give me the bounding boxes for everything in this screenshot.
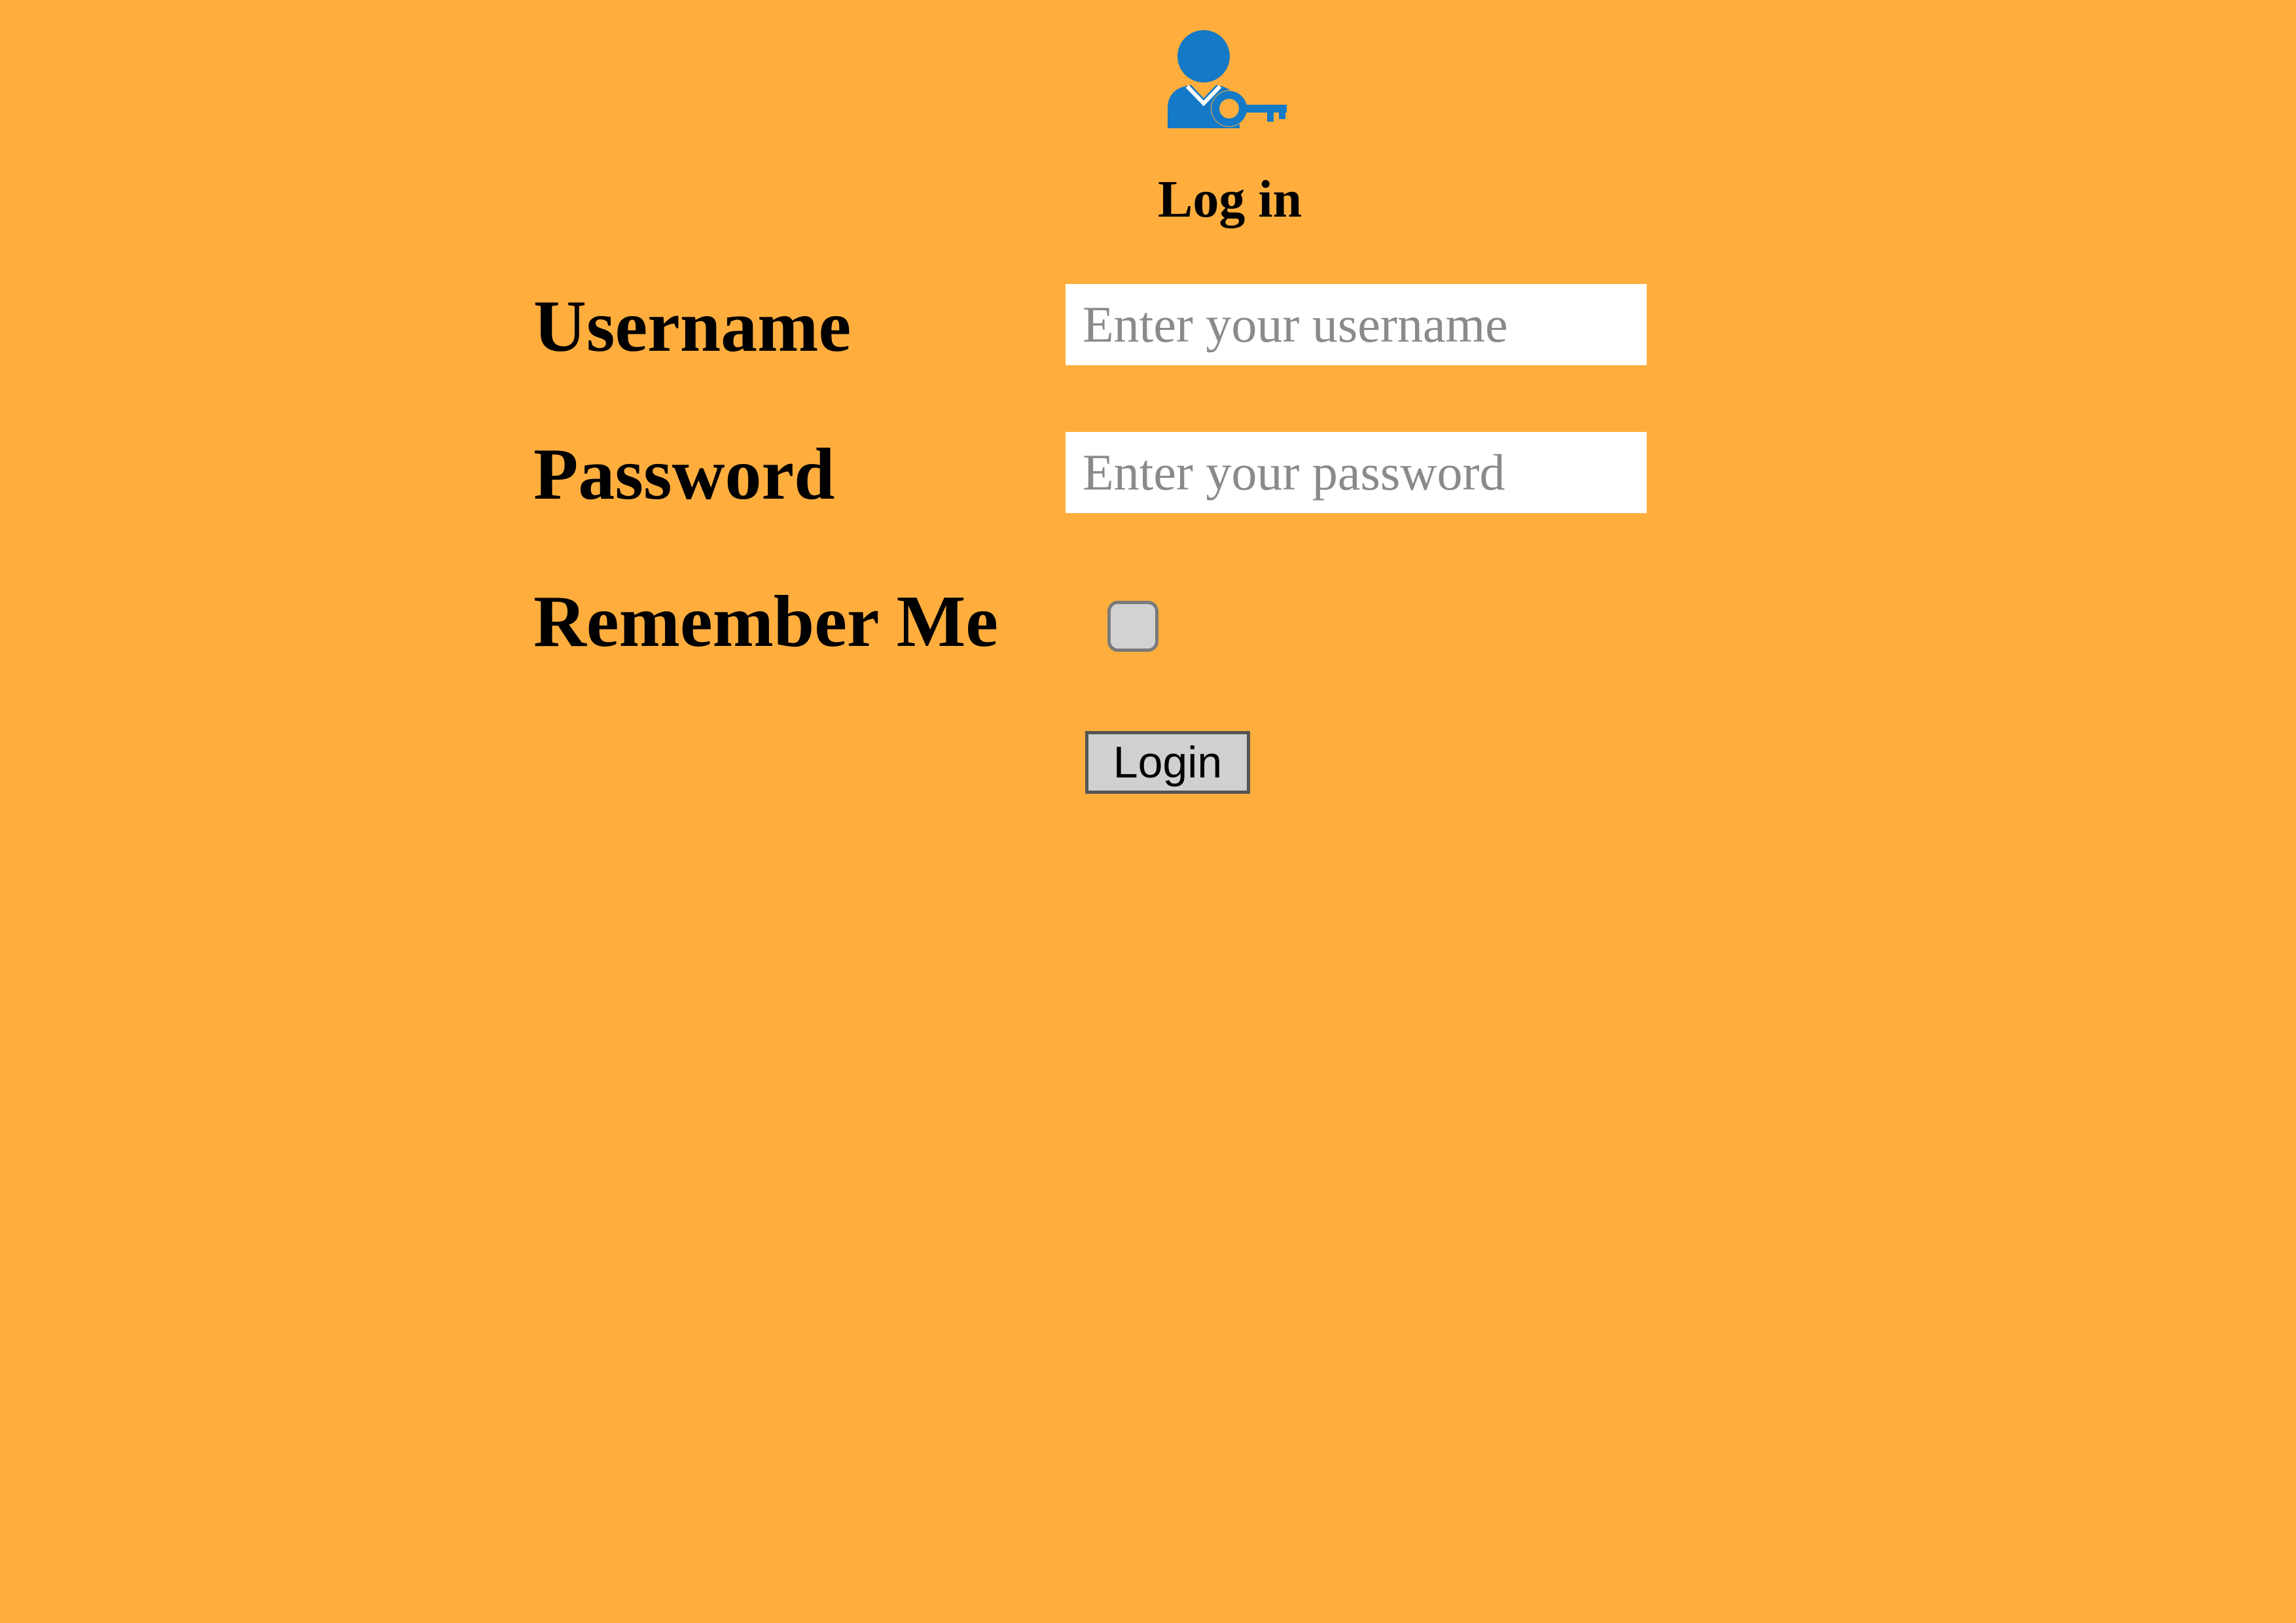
username-label: Username	[533, 286, 852, 367]
username-input[interactable]	[1066, 284, 1647, 365]
password-label: Password	[533, 434, 835, 515]
password-input[interactable]	[1066, 432, 1647, 513]
page-title: Log in	[1157, 171, 1302, 228]
user-key-icon	[1158, 25, 1289, 134]
remember-me-checkbox[interactable]	[1107, 601, 1158, 652]
login-button[interactable]: Login	[1085, 731, 1250, 794]
remember-me-label: Remember Me	[533, 581, 999, 662]
